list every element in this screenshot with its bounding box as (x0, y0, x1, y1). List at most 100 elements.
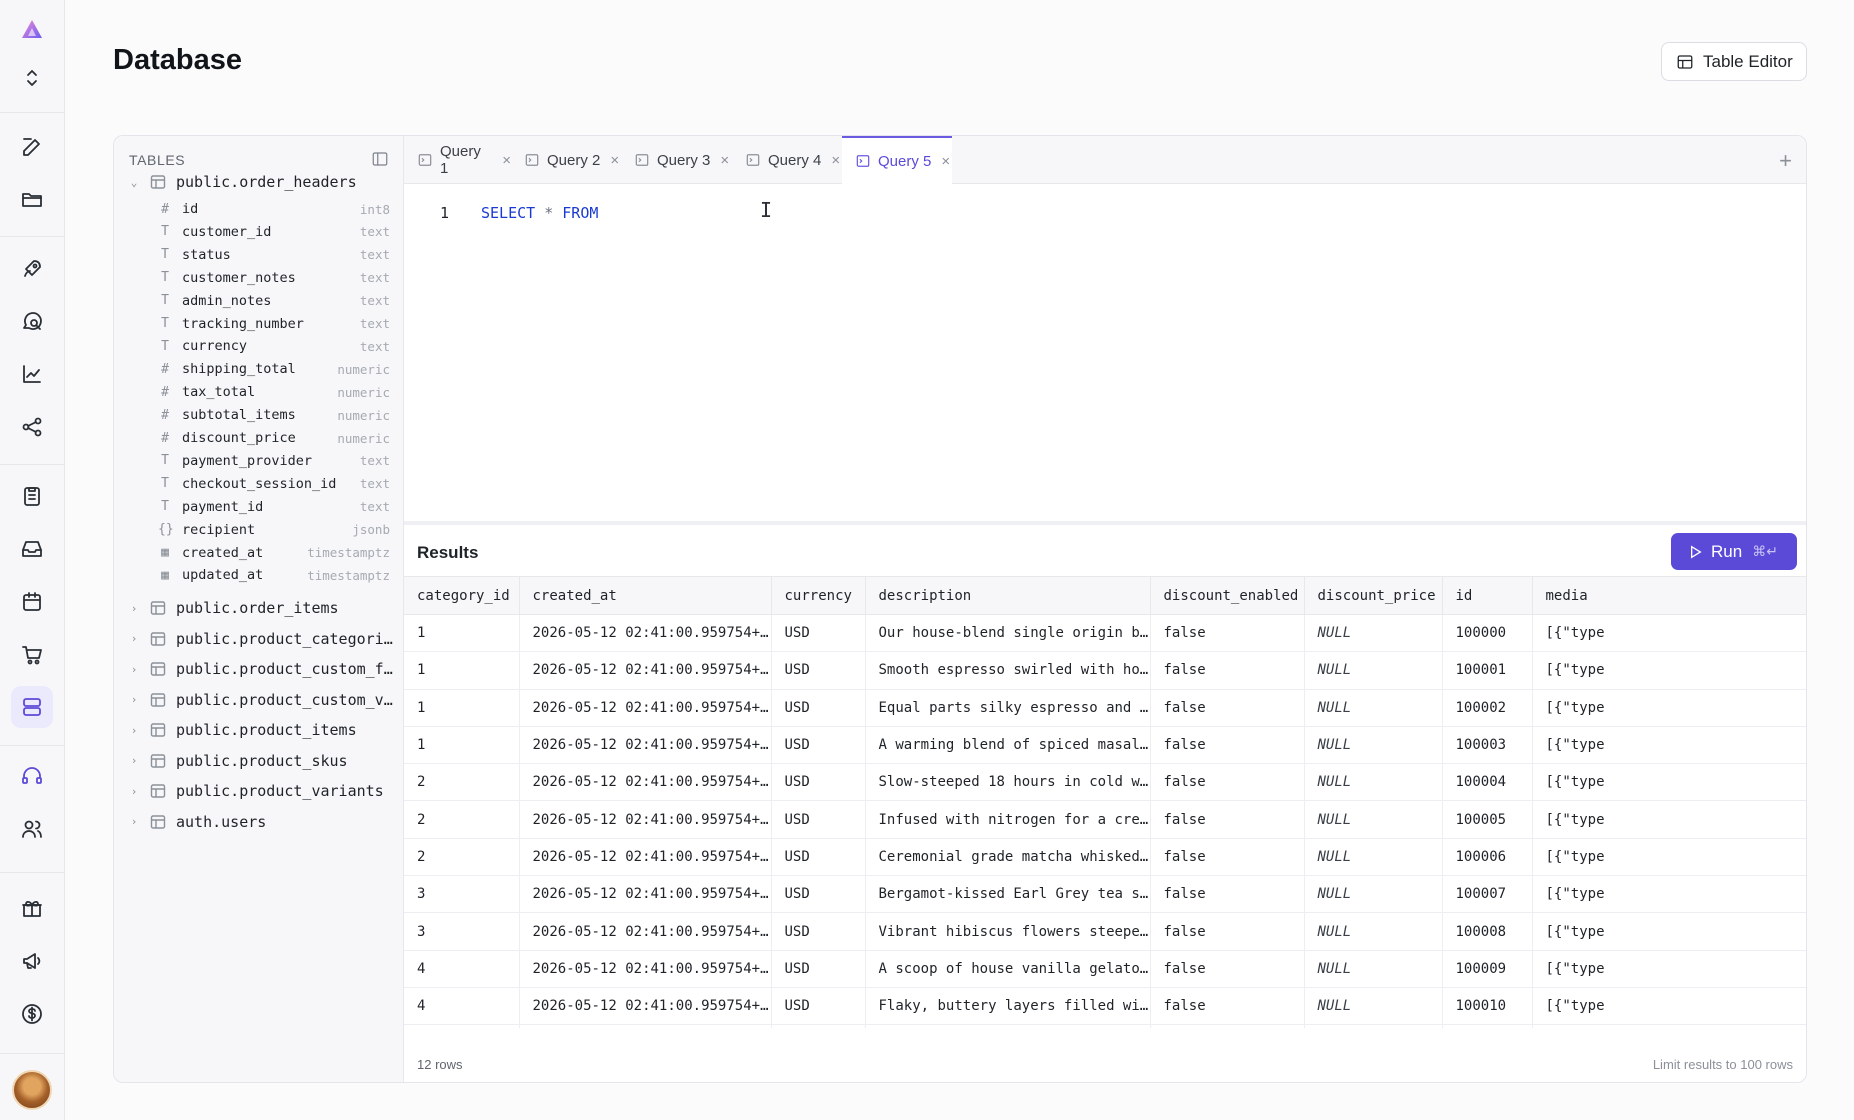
table-cell[interactable]: NULL (1304, 800, 1443, 839)
table-cell[interactable]: [{"type (1532, 763, 1806, 802)
table-item[interactable]: ⌄ public.order_headers (126, 169, 398, 195)
table-cell[interactable]: 2026-05-12 02:41:00.959754+00 (519, 912, 772, 951)
run-button[interactable]: Run ⌘↵ (1671, 533, 1797, 570)
table-cell[interactable]: 2 (404, 763, 520, 802)
close-icon[interactable]: × (720, 152, 729, 169)
table-cell[interactable]: NULL (1304, 726, 1443, 765)
table-row[interactable]: 1 2026-05-12 02:41:00.959754+00 USD Smooth … (404, 651, 1806, 690)
tab-query-2[interactable]: Query 2 × (511, 136, 621, 184)
table-cell[interactable]: NULL (1304, 1024, 1443, 1028)
table-item[interactable]: › public.product_items (126, 717, 398, 743)
edit-icon[interactable] (11, 126, 53, 168)
close-icon[interactable]: × (610, 152, 619, 169)
column-item[interactable]: ▦ updated_at timestamptz (158, 564, 390, 586)
table-cell[interactable]: 100011 (1442, 1024, 1533, 1028)
column-item[interactable]: # subtotal_items numeric (158, 404, 390, 426)
table-cell[interactable]: false (1150, 912, 1305, 951)
column-item[interactable]: Tadmin_notes text (158, 290, 390, 312)
table-row[interactable]: 3 2026-05-12 02:41:00.959754+00 USD Vibrant… (404, 912, 1806, 951)
table-cell[interactable]: 4 (404, 950, 520, 988)
folder-icon[interactable] (11, 178, 53, 220)
column-item[interactable]: Tpayment_provider text (158, 450, 390, 472)
code-area[interactable]: 1 SELECT * FROM I (404, 184, 1806, 521)
column-item[interactable]: ▦ created_at timestamptz (158, 542, 390, 564)
table-cell[interactable]: 100004 (1442, 763, 1533, 802)
column-item[interactable]: Tcustomer_id text (158, 221, 390, 243)
table-cell[interactable]: Bergamot-kissed Earl Grey tea stea… (865, 875, 1151, 914)
table-cell[interactable]: USD (771, 838, 866, 877)
table-cell[interactable]: Slow-steeped 18 hours in cold wate… (865, 763, 1151, 802)
table-cell[interactable]: false (1150, 838, 1305, 877)
table-item[interactable]: › public.order_items (126, 595, 398, 621)
headset-icon[interactable] (11, 755, 53, 797)
table-cell[interactable]: [{"type (1532, 987, 1806, 1026)
table-cell[interactable]: [{"type (1532, 614, 1806, 653)
table-row[interactable]: 1 2026-05-12 02:41:00.959754+00 USD A warmi… (404, 726, 1806, 765)
user-avatar[interactable] (12, 1070, 52, 1110)
table-cell[interactable]: false (1150, 987, 1305, 1026)
table-cell[interactable]: 1 (404, 651, 520, 690)
column-item[interactable]: # shipping_total numeric (158, 358, 390, 380)
table-cell[interactable]: 2026-05-12 02:41:00.959754+00 (519, 689, 772, 727)
table-cell[interactable]: 4 (404, 1024, 520, 1028)
column-item[interactable]: # tax_total numeric (158, 381, 390, 403)
table-cell[interactable]: Infused with nitrogen for a creamy… (865, 800, 1151, 839)
table-cell[interactable]: USD (771, 614, 866, 653)
table-cell[interactable]: 2026-05-12 02:41:00.959754+00 (519, 726, 772, 765)
column-item[interactable]: {} recipient jsonb (158, 519, 390, 541)
table-cell[interactable]: NULL (1304, 838, 1443, 877)
close-icon[interactable]: × (502, 152, 511, 169)
table-row[interactable]: 1 2026-05-12 02:41:00.959754+00 USD Our hou… (404, 614, 1806, 653)
share-icon[interactable] (11, 406, 53, 448)
table-cell[interactable]: [{"type (1532, 1024, 1806, 1028)
table-cell[interactable]: 2 (404, 838, 520, 877)
table-cell[interactable]: USD (771, 800, 866, 839)
close-icon[interactable]: × (831, 152, 840, 169)
logo-icon[interactable] (11, 9, 53, 51)
column-header[interactable]: discount_price (1304, 576, 1443, 615)
column-item[interactable]: # id int8 (158, 198, 390, 220)
table-cell[interactable]: 100000 (1442, 614, 1533, 653)
column-header[interactable]: description (865, 576, 1151, 615)
table-cell[interactable]: 100003 (1442, 726, 1533, 765)
table-cell[interactable]: USD (771, 689, 866, 727)
cart-icon[interactable] (11, 634, 53, 676)
table-cell[interactable]: [{"type (1532, 950, 1806, 988)
column-header[interactable]: category_id (404, 576, 520, 615)
table-cell[interactable]: 2026-05-12 02:41:00.959754+00 (519, 651, 772, 690)
table-row[interactable]: 4 2026-05-12 02:41:00.959754+00 USD Flaky, … (404, 987, 1806, 1026)
table-cell[interactable]: false (1150, 950, 1305, 988)
table-cell[interactable]: Flaky, buttery layers filled with … (865, 987, 1151, 1026)
table-cell[interactable]: NULL (1304, 950, 1443, 988)
inbox-icon[interactable] (11, 528, 53, 570)
table-cell[interactable]: 2026-05-12 02:41:00.959754+00 (519, 875, 772, 914)
table-cell[interactable]: 1 (404, 689, 520, 727)
users-icon[interactable] (11, 808, 53, 850)
table-cell[interactable]: 2026-05-12 02:41:00.959754+00 (519, 614, 772, 653)
table-cell[interactable]: 1 (404, 726, 520, 765)
chart-line-icon[interactable] (11, 353, 53, 395)
table-cell[interactable]: [{"type (1532, 838, 1806, 877)
rocket-icon[interactable] (11, 248, 53, 290)
table-cell[interactable]: Vibrant hibiscus flowers steeped t… (865, 912, 1151, 951)
table-cell[interactable]: 2026-05-12 02:41:00.959754+00 (519, 950, 772, 988)
table-cell[interactable]: false (1150, 763, 1305, 802)
table-cell[interactable]: [{"type (1532, 875, 1806, 914)
table-cell[interactable]: 4 (404, 987, 520, 1026)
table-cell[interactable]: USD (771, 912, 866, 951)
megaphone-icon[interactable] (11, 940, 53, 982)
tab-query-1[interactable]: Query 1 × (404, 136, 511, 184)
table-cell[interactable]: 3 (404, 912, 520, 951)
column-item[interactable]: Tcheckout_session_id text (158, 473, 390, 495)
table-cell[interactable]: 100006 (1442, 838, 1533, 877)
table-cell[interactable]: NULL (1304, 689, 1443, 727)
table-cell[interactable]: USD (771, 726, 866, 765)
table-cell[interactable]: 2026-05-12 02:41:00.959754+00 (519, 800, 772, 839)
table-cell[interactable]: NULL (1304, 614, 1443, 653)
table-cell[interactable]: USD (771, 950, 866, 988)
search-chat-icon[interactable] (11, 301, 53, 343)
column-item[interactable]: Tcurrency text (158, 335, 390, 357)
table-cell[interactable]: USD (771, 875, 866, 914)
table-cell[interactable]: USD (771, 1024, 866, 1028)
table-cell[interactable]: false (1150, 614, 1305, 653)
